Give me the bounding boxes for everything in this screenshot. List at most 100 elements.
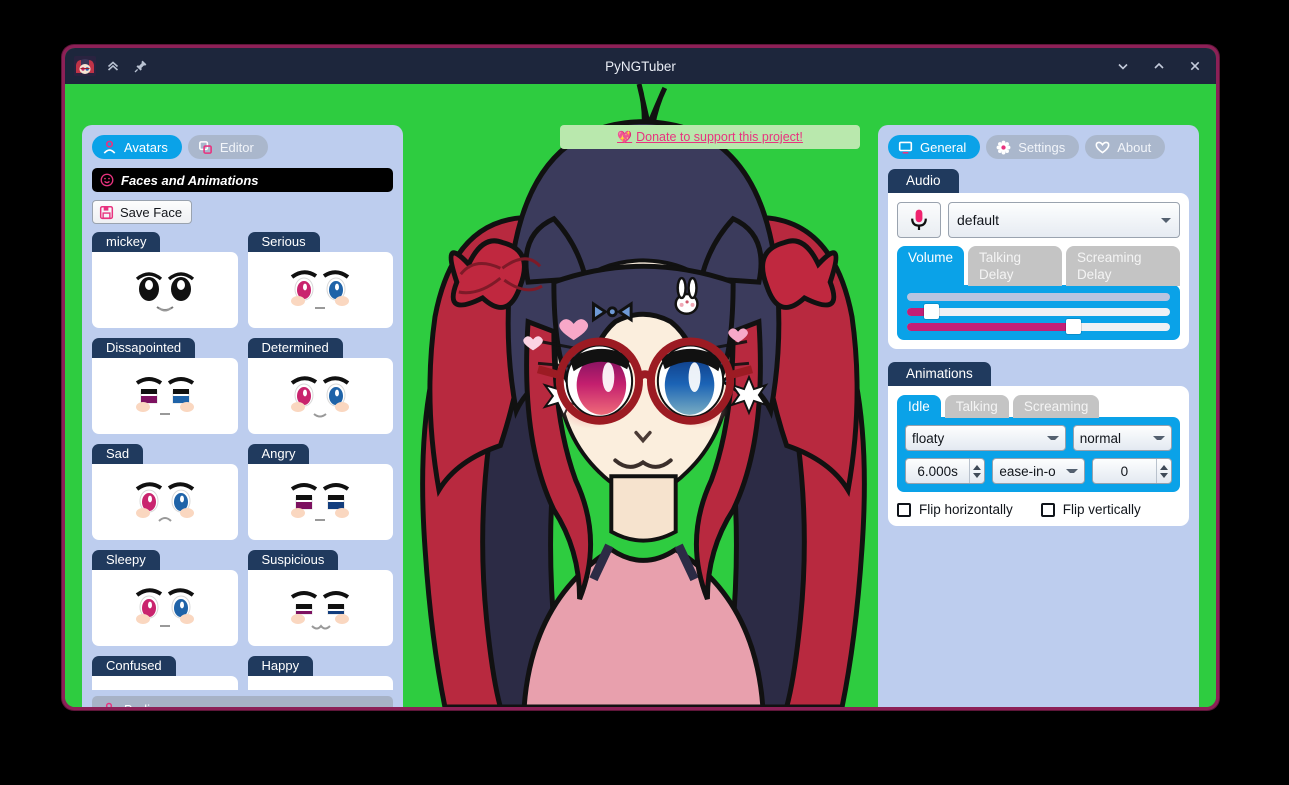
face-card[interactable]: Happy (247, 656, 393, 690)
face-card[interactable]: Sleepy (92, 550, 238, 646)
face-card-preview[interactable] (247, 252, 393, 328)
maximize-button[interactable] (1144, 53, 1174, 79)
face-card-preview[interactable] (92, 676, 238, 690)
person-icon (105, 702, 113, 707)
talking-threshold-slider[interactable] (907, 304, 1170, 319)
stepper-up-icon[interactable] (973, 464, 982, 470)
face-card-label[interactable]: Suspicious (247, 550, 339, 570)
audio-subtabs: Volume Talking Delay Screaming Delay (897, 246, 1180, 286)
tab-about-label: About (1117, 139, 1152, 155)
face-card-preview[interactable] (92, 464, 238, 540)
tab-avatars[interactable]: Avatars (92, 135, 182, 159)
minimize-button[interactable] (1108, 53, 1138, 79)
chevron-down-icon (1118, 63, 1128, 70)
bodies-section-bar[interactable]: Bodies (92, 696, 393, 707)
donate-banner[interactable]: 💖 Donate to support this project! (560, 125, 860, 149)
checkbox-box[interactable] (897, 502, 911, 517)
animation-delay-spinner[interactable]: 0 (1091, 458, 1172, 484)
audio-device-select[interactable]: default (948, 202, 1180, 238)
person-icon (103, 140, 116, 154)
face-card-label[interactable]: Sleepy (92, 550, 160, 570)
tab-general[interactable]: General (888, 135, 981, 159)
animation-name-select[interactable]: floaty (905, 425, 1066, 451)
face-card-preview[interactable] (247, 570, 393, 646)
microphone-button[interactable] (897, 202, 941, 238)
animation-easing-select[interactable]: ease-in-o (992, 458, 1085, 484)
stepper-down-icon[interactable] (1159, 472, 1168, 478)
subtab-screaming[interactable]: Screaming (1012, 395, 1100, 418)
talking-threshold-knob[interactable] (924, 304, 940, 319)
screaming-threshold-knob[interactable] (1065, 319, 1081, 334)
faces-list[interactable]: mickey Serious Dissapointed Determined S… (92, 232, 393, 690)
face-card[interactable]: Confused (92, 656, 238, 690)
chevron-down-icon (1046, 436, 1059, 440)
save-icon (99, 205, 114, 219)
heart-icon: 💖 (617, 130, 633, 144)
close-button[interactable] (1180, 53, 1210, 79)
tab-settings[interactable]: Settings (986, 135, 1080, 159)
right-tab-bar: General Settings About (888, 135, 1189, 159)
face-card-preview[interactable] (92, 252, 238, 328)
face-card-preview[interactable] (247, 358, 393, 434)
face-card[interactable]: Serious (247, 232, 393, 328)
face-card-label[interactable]: Angry (247, 444, 310, 464)
face-card[interactable]: Sad (92, 444, 238, 540)
gear-icon (996, 140, 1011, 154)
stepper-up-icon[interactable] (1159, 464, 1168, 470)
face-card[interactable]: Suspicious (247, 550, 393, 646)
app-avatar-icon[interactable] (71, 53, 99, 79)
flip-vertically-checkbox[interactable]: Flip vertically (1040, 502, 1141, 517)
subtab-idle[interactable]: Idle (897, 395, 941, 418)
face-card-preview[interactable] (247, 676, 393, 690)
audio-device-value: default (957, 212, 1000, 228)
face-preview-art (291, 376, 350, 418)
face-card-preview[interactable] (92, 358, 238, 434)
subtab-volume[interactable]: Volume (897, 246, 965, 286)
title-bar: PyNGTuber (65, 48, 1216, 84)
animation-direction-value: normal (1079, 430, 1121, 446)
input-level-meter (907, 293, 1170, 301)
face-card-label[interactable]: Dissapointed (92, 338, 196, 358)
collapse-icon[interactable] (99, 53, 127, 79)
screaming-threshold-fill (907, 323, 1073, 331)
delay-stepper-arrows[interactable] (1155, 459, 1171, 483)
tab-editor-label: Editor (219, 139, 254, 155)
window-inner: PyNGTuber 💖 Donate to support this proje… (65, 48, 1216, 707)
face-card[interactable]: Dissapointed (92, 338, 238, 434)
avatar-preview[interactable] (403, 84, 884, 707)
subtab-talking[interactable]: Talking (944, 395, 1009, 418)
face-card-label[interactable]: Determined (247, 338, 343, 358)
face-card-label[interactable]: Happy (247, 656, 314, 676)
animation-easing-value: ease-in-o (999, 463, 1056, 479)
subtab-talking-delay[interactable]: Talking Delay (968, 246, 1062, 286)
face-card[interactable]: mickey (92, 232, 238, 328)
face-card-label[interactable]: Confused (92, 656, 176, 676)
flip-horizontally-checkbox[interactable]: Flip horizontally (897, 502, 1013, 517)
face-card[interactable]: Angry (247, 444, 393, 540)
face-card-label[interactable]: mickey (92, 232, 161, 252)
face-card-preview[interactable] (92, 570, 238, 646)
save-face-button[interactable]: Save Face (92, 200, 193, 224)
animation-direction-select[interactable]: normal (1072, 425, 1172, 451)
tab-editor[interactable]: Editor (187, 135, 268, 159)
animation-duration-value: 6.000s (917, 463, 958, 479)
animations-group: Animations Idle Talking Screaming floaty (888, 362, 1189, 526)
tab-about[interactable]: About (1085, 135, 1166, 159)
layers-icon (198, 140, 212, 154)
donate-link[interactable]: 💖 Donate to support this project! (617, 130, 803, 144)
audio-device-row: default (897, 202, 1180, 238)
screaming-threshold-slider[interactable] (907, 319, 1170, 334)
face-preview-art (135, 272, 194, 312)
window-title: PyNGTuber (605, 58, 676, 74)
checkbox-box[interactable] (1040, 502, 1055, 517)
duration-stepper-arrows[interactable] (969, 459, 984, 483)
face-card-label[interactable]: Sad (92, 444, 144, 464)
face-card[interactable]: Determined (247, 338, 393, 434)
stepper-down-icon[interactable] (973, 472, 982, 478)
pin-icon[interactable] (127, 53, 155, 79)
subtab-screaming-delay[interactable]: Screaming Delay (1065, 246, 1180, 286)
tab-general-label: General (920, 139, 967, 155)
face-card-label[interactable]: Serious (247, 232, 320, 252)
face-card-preview[interactable] (247, 464, 393, 540)
animation-duration-spinner[interactable]: 6.000s (905, 458, 986, 484)
